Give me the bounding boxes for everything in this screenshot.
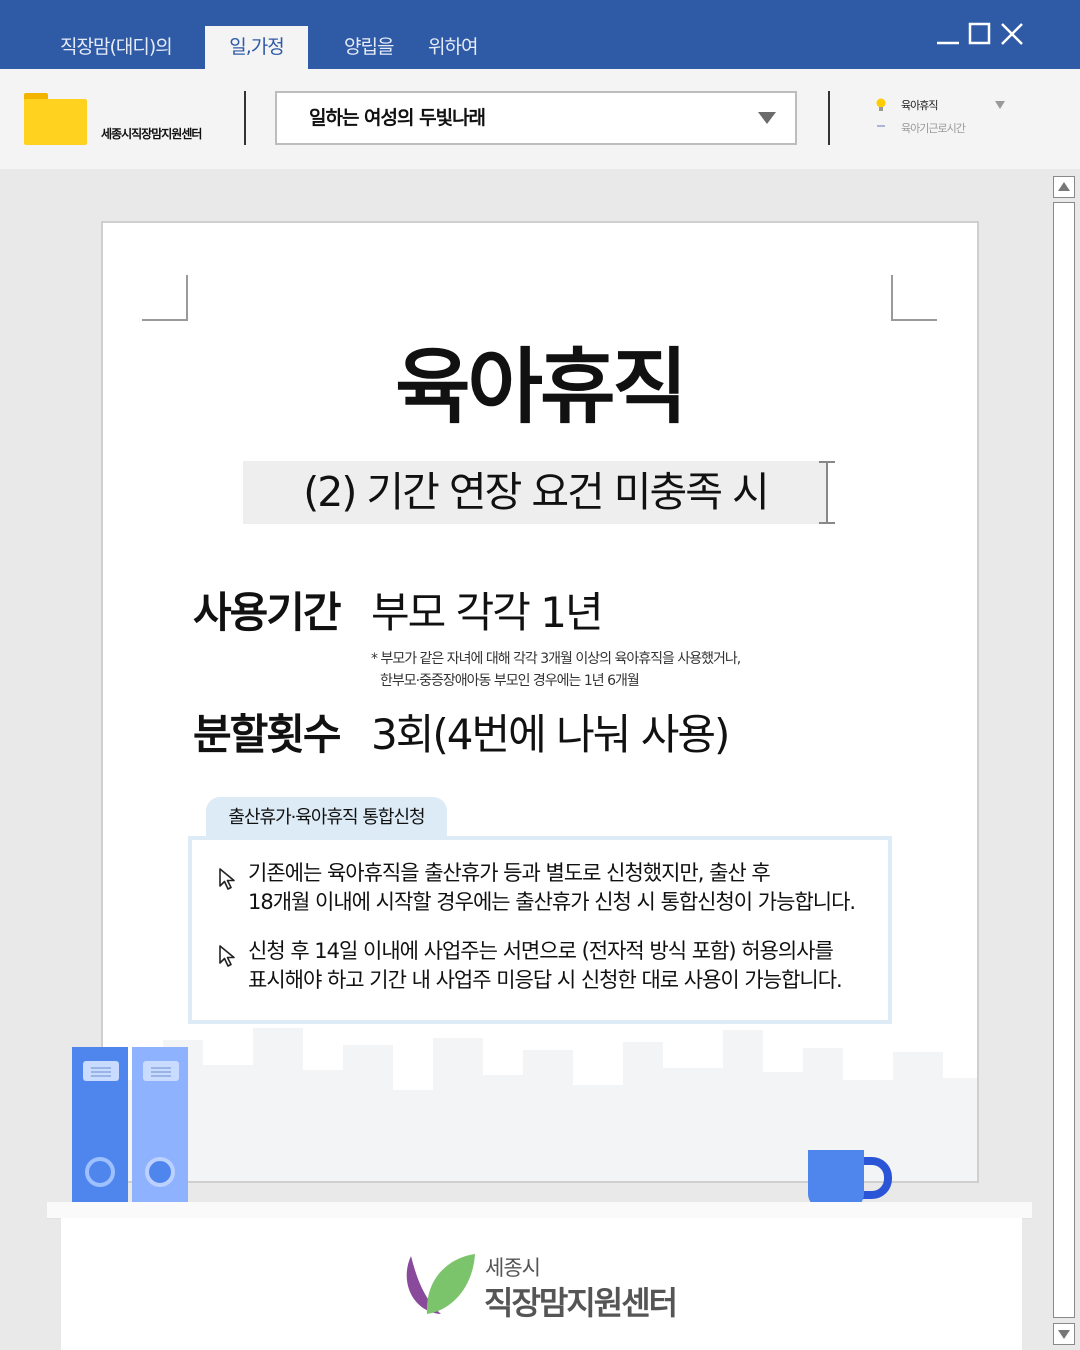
toolbar: 세종시직장맘지원센터 일하는 여성의 두빛나래 육아휴직 육아기근로시간: [0, 69, 1080, 169]
info-bullet-2-line-2: 표시해야 하고 기간 내 사업주 미응답 시 신청한 대로 사용이 가능합니다.: [248, 968, 843, 992]
topic-item-1[interactable]: 육아휴직: [901, 97, 938, 113]
binder-ring: [85, 1157, 115, 1187]
dash-icon: [877, 125, 885, 127]
folder-icon[interactable]: [24, 99, 87, 145]
arrow-down-icon: [1058, 1330, 1070, 1339]
lightbulb-icon: [876, 98, 886, 111]
info-bullet-2: 신청 후 14일 이내에 사업주는 서면으로 (전자적 방식 포함) 허용의사를…: [248, 937, 843, 995]
folder-label: 세종시직장맘지원센터: [101, 127, 202, 141]
info-bullet-1-line-2: 18개월 이내에 시작할 경우에는 출산휴가 신청 시 통합신청이 가능합니다.: [248, 890, 856, 914]
document-select-value: 일하는 여성의 두빛나래: [309, 107, 486, 129]
crop-mark-left: [142, 275, 188, 321]
tab-3[interactable]: 양립을: [344, 26, 394, 69]
toolbar-divider-2: [828, 91, 830, 145]
split-count-label: 분할횟수: [193, 710, 342, 759]
binder-illustration-1: [72, 1047, 128, 1202]
topic-item-2[interactable]: 육아기근로시간: [901, 120, 966, 136]
document-select[interactable]: 일하는 여성의 두빛나래: [275, 91, 797, 145]
pointer-cursor-icon: [219, 868, 235, 890]
chevron-down-small-icon[interactable]: [994, 100, 1006, 110]
tab-2-active[interactable]: 일,가정: [205, 26, 308, 69]
minimize-icon[interactable]: [934, 20, 962, 48]
info-bullet-1-line-1: 기존에는 육아휴직을 출산휴가 등과 별도로 신청했지만, 출산 후: [248, 861, 771, 885]
close-icon[interactable]: [998, 20, 1026, 48]
tab-1[interactable]: 직장맘(대디)의: [60, 26, 173, 69]
logo-text-big: 직장맘지원센터: [484, 1284, 678, 1322]
info-bullet-1: 기존에는 육아휴직을 출산휴가 등과 별도로 신청했지만, 출산 후 18개월 …: [248, 859, 856, 917]
binder-label: [83, 1061, 119, 1081]
note-line-2: 한부모·중증장애아동 부모인 경우에는 1년 6개월: [380, 673, 640, 689]
title-bar: 직장맘(대디)의 일,가정 양립을 위하여: [0, 0, 1080, 69]
maximize-icon[interactable]: [966, 20, 994, 48]
binder-illustration-2: [132, 1047, 188, 1202]
desk-top: [47, 1202, 1032, 1218]
pointer-cursor-icon-2: [219, 945, 235, 967]
subtitle: (2) 기간 연장 요건 미충족 시: [303, 468, 769, 516]
split-count-value: 3회(4번에 나눠 사용): [371, 710, 730, 759]
crop-mark-right: [891, 275, 937, 321]
text-cursor-bottom: [819, 522, 835, 524]
usage-period-value: 부모 각각 1년: [371, 588, 604, 637]
binder-ring-2: [145, 1157, 175, 1187]
scroll-up-button[interactable]: [1053, 176, 1075, 198]
text-cursor-icon: [826, 461, 828, 524]
usage-period-note: * 부모가 같은 자녀에 대해 각각 3개월 이상의 육아휴직을 사용했거나, …: [371, 648, 741, 692]
arrow-up-icon: [1058, 182, 1070, 191]
text-cursor-top: [819, 461, 835, 463]
mug-illustration: [808, 1150, 864, 1208]
page-title: 육아휴직: [395, 340, 688, 435]
note-line-1: * 부모가 같은 자녀에 대해 각각 3개월 이상의 육아휴직을 사용했거나,: [371, 651, 741, 667]
info-box-tab: 출산휴가·육아휴직 통합신청: [206, 797, 447, 838]
info-bullet-2-line-1: 신청 후 14일 이내에 사업주는 서면으로 (전자적 방식 포함) 허용의사를: [248, 939, 834, 963]
binder-label-2: [143, 1061, 179, 1081]
tab-4[interactable]: 위하여: [428, 26, 478, 69]
toolbar-divider: [244, 91, 246, 145]
scroll-down-button[interactable]: [1053, 1323, 1075, 1345]
usage-period-label: 사용기간: [193, 588, 342, 637]
center-logo-icon: [406, 1254, 475, 1314]
chevron-down-icon[interactable]: [757, 110, 777, 126]
